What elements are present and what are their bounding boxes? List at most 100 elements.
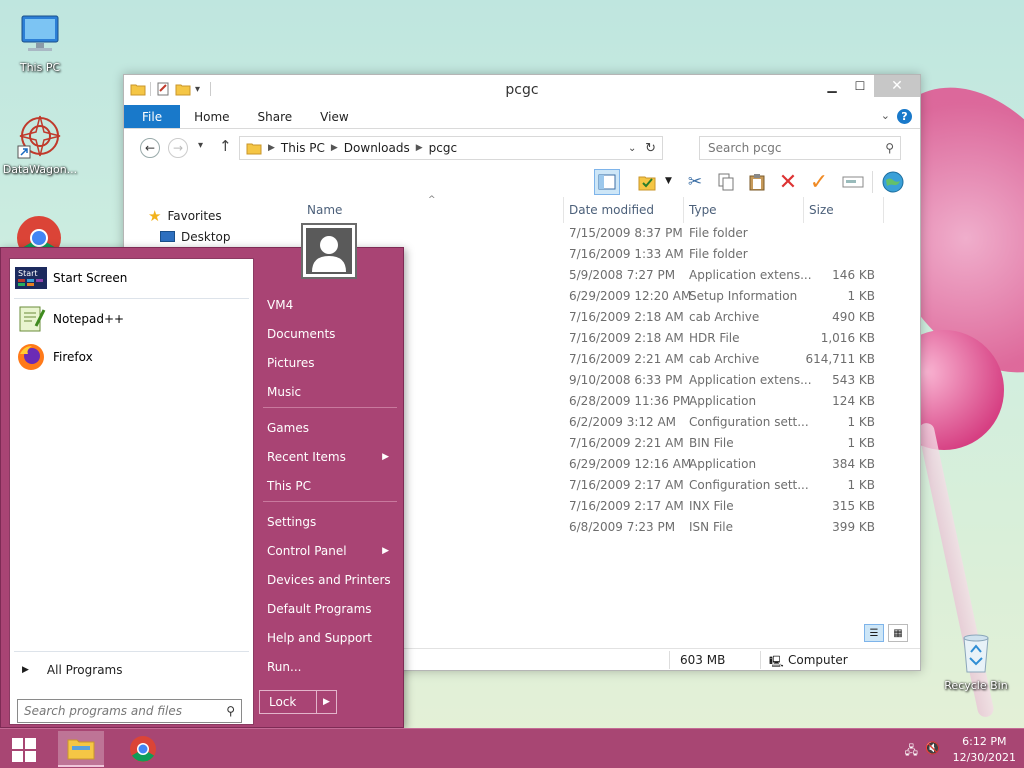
start-menu-divider [263,407,397,408]
recycle-bin-icon [952,628,1000,676]
search-input[interactable]: Search pcgc ⚲ [699,136,901,160]
delete-icon[interactable]: ✕ [775,169,801,195]
large-icons-view-icon[interactable]: ▦ [888,624,908,642]
recent-locations-icon[interactable]: ▾ [198,140,203,151]
address-history-icon[interactable]: ⌄ [628,143,636,154]
copy-icon[interactable] [713,169,739,195]
breadcrumb-this-pc[interactable]: This PC [281,141,325,155]
start-programs-panel: Start Start Screen Notepad++ Firefox ▶ A… [9,258,254,725]
file-date: 7/15/2009 8:37 PM [569,226,683,240]
back-button[interactable]: ← [140,138,160,158]
close-button[interactable]: ✕ [874,75,920,97]
select-dropdown-icon[interactable]: ▼ [665,176,672,186]
tab-home[interactable]: Home [180,105,243,128]
start-search-input[interactable]: Search programs and files ⚲ [17,699,242,723]
volume-muted-icon[interactable]: 🔇 [925,741,940,755]
start-link-default-programs[interactable]: Default Programs [259,596,399,622]
column-header-type[interactable]: Type [689,203,717,217]
program-notepadpp[interactable]: Notepad++ [15,302,124,336]
file-type: cab Archive [689,310,760,324]
start-link-games[interactable]: Games [259,415,399,441]
check-icon[interactable]: ✓ [806,169,832,195]
firefox-icon [15,341,47,373]
start-button[interactable] [8,736,40,764]
nav-favorites[interactable]: ★ Favorites [124,205,294,226]
clock[interactable]: 6:12 PM 12/30/2021 [953,733,1016,765]
column-header-name[interactable]: Name [307,203,342,217]
all-programs-button[interactable]: ▶ All Programs [22,663,123,677]
start-link-devices-and-printers[interactable]: Devices and Printers [259,567,399,593]
start-link-settings[interactable]: Settings [259,509,399,535]
nav-desktop[interactable]: Desktop [124,226,294,247]
file-date: 6/29/2009 12:16 AM [569,457,692,471]
file-type: File folder [689,226,748,240]
refresh-icon[interactable]: ↻ [645,141,656,156]
desktop-icon-recycle-bin[interactable]: Recycle Bin [936,628,1016,692]
cut-icon[interactable]: ✂ [682,169,708,195]
program-label: Notepad++ [53,312,125,326]
breadcrumb-downloads[interactable]: Downloads [344,141,410,155]
help-icon[interactable]: ? [897,109,912,124]
select-folder-icon[interactable] [634,169,660,195]
column-header-size[interactable]: Size [809,203,834,217]
desktop-icon-this-pc[interactable]: This PC [0,10,80,74]
taskbar-file-explorer[interactable] [58,731,104,767]
maximize-button[interactable]: ☐ [846,75,874,97]
start-link-documents[interactable]: Documents [259,321,399,347]
column-headers: Name ^ Date modified Type Size [294,195,920,223]
power-options-arrow-icon[interactable]: ▶ [316,690,337,714]
navigation-bar: ← → ▾ ↑ ▶ This PC ▶ Downloads ▶ pcgc ⌄ ↻… [124,129,920,165]
file-size: 315 KB [832,499,875,513]
file-size: 1,016 KB [820,331,875,345]
start-link-control-panel[interactable]: Control Panel ▶ [259,538,399,564]
tab-file[interactable]: File [124,105,181,128]
file-type: Application extens... [689,268,812,282]
tab-share[interactable]: Share [244,105,307,128]
user-avatar[interactable] [301,223,357,279]
address-bar[interactable]: ▶ This PC ▶ Downloads ▶ pcgc ⌄ ↻ [239,136,663,160]
file-size: 1 KB [847,436,875,450]
file-type: ISN File [689,520,734,534]
start-link-pictures[interactable]: Pictures [259,350,399,376]
submenu-arrow-icon: ▶ [382,452,389,462]
start-link-recent-items[interactable]: Recent Items ▶ [259,444,399,470]
forward-button[interactable]: → [168,138,188,158]
folder-icon [246,143,262,155]
ribbon-expand-icon[interactable]: ⌄ [881,109,890,122]
breadcrumb-separator-icon: ▶ [330,143,338,153]
file-type: Configuration sett... [689,415,809,429]
start-link-music[interactable]: Music [259,379,399,405]
command-toolbar: ▼ ✂ ✕ ✓ [124,165,920,197]
column-header-date[interactable]: Date modified [569,203,654,217]
tab-view[interactable]: View [306,105,362,128]
paste-icon[interactable] [744,169,770,195]
lock-button[interactable]: Lock [259,690,317,714]
sort-ascending-icon: ^ [428,195,436,205]
rename-icon[interactable] [840,169,866,195]
desktop-icon-datawagon[interactable]: DataWagon... [0,112,80,176]
file-size: 146 KB [832,268,875,282]
network-icon[interactable]: 🖧 [905,741,918,762]
file-type: HDR File [689,331,740,345]
triangle-right-icon: ▶ [22,665,29,675]
breadcrumb-pcgc[interactable]: pcgc [429,141,457,155]
taskbar-chrome[interactable] [120,731,166,767]
start-link-vm4[interactable]: VM4 [259,292,399,318]
table-row[interactable]: 7/15/2009 8:37 PM File folder [294,223,920,244]
start-link-help-and-support[interactable]: Help and Support [259,625,399,651]
file-size: 384 KB [832,457,875,471]
preview-pane-icon[interactable] [594,169,620,195]
start-link-label: Settings [267,515,317,529]
program-firefox[interactable]: Firefox [15,340,93,374]
desktop-icon-label: Recycle Bin [944,679,1008,692]
minimize-button[interactable]: ▁ [818,75,846,97]
file-date: 6/28/2009 11:36 PM [569,394,691,408]
details-view-icon[interactable]: ☰ [864,624,884,642]
up-button[interactable]: ↑ [219,137,232,155]
start-link-label: Devices and Printers [267,573,391,587]
globe-icon[interactable] [880,169,906,195]
start-link-run[interactable]: Run... [259,654,399,680]
start-link-this-pc[interactable]: This PC [259,473,399,499]
program-start-screen[interactable]: Start Start Screen [15,261,127,295]
file-date: 6/29/2009 12:20 AM [569,289,692,303]
